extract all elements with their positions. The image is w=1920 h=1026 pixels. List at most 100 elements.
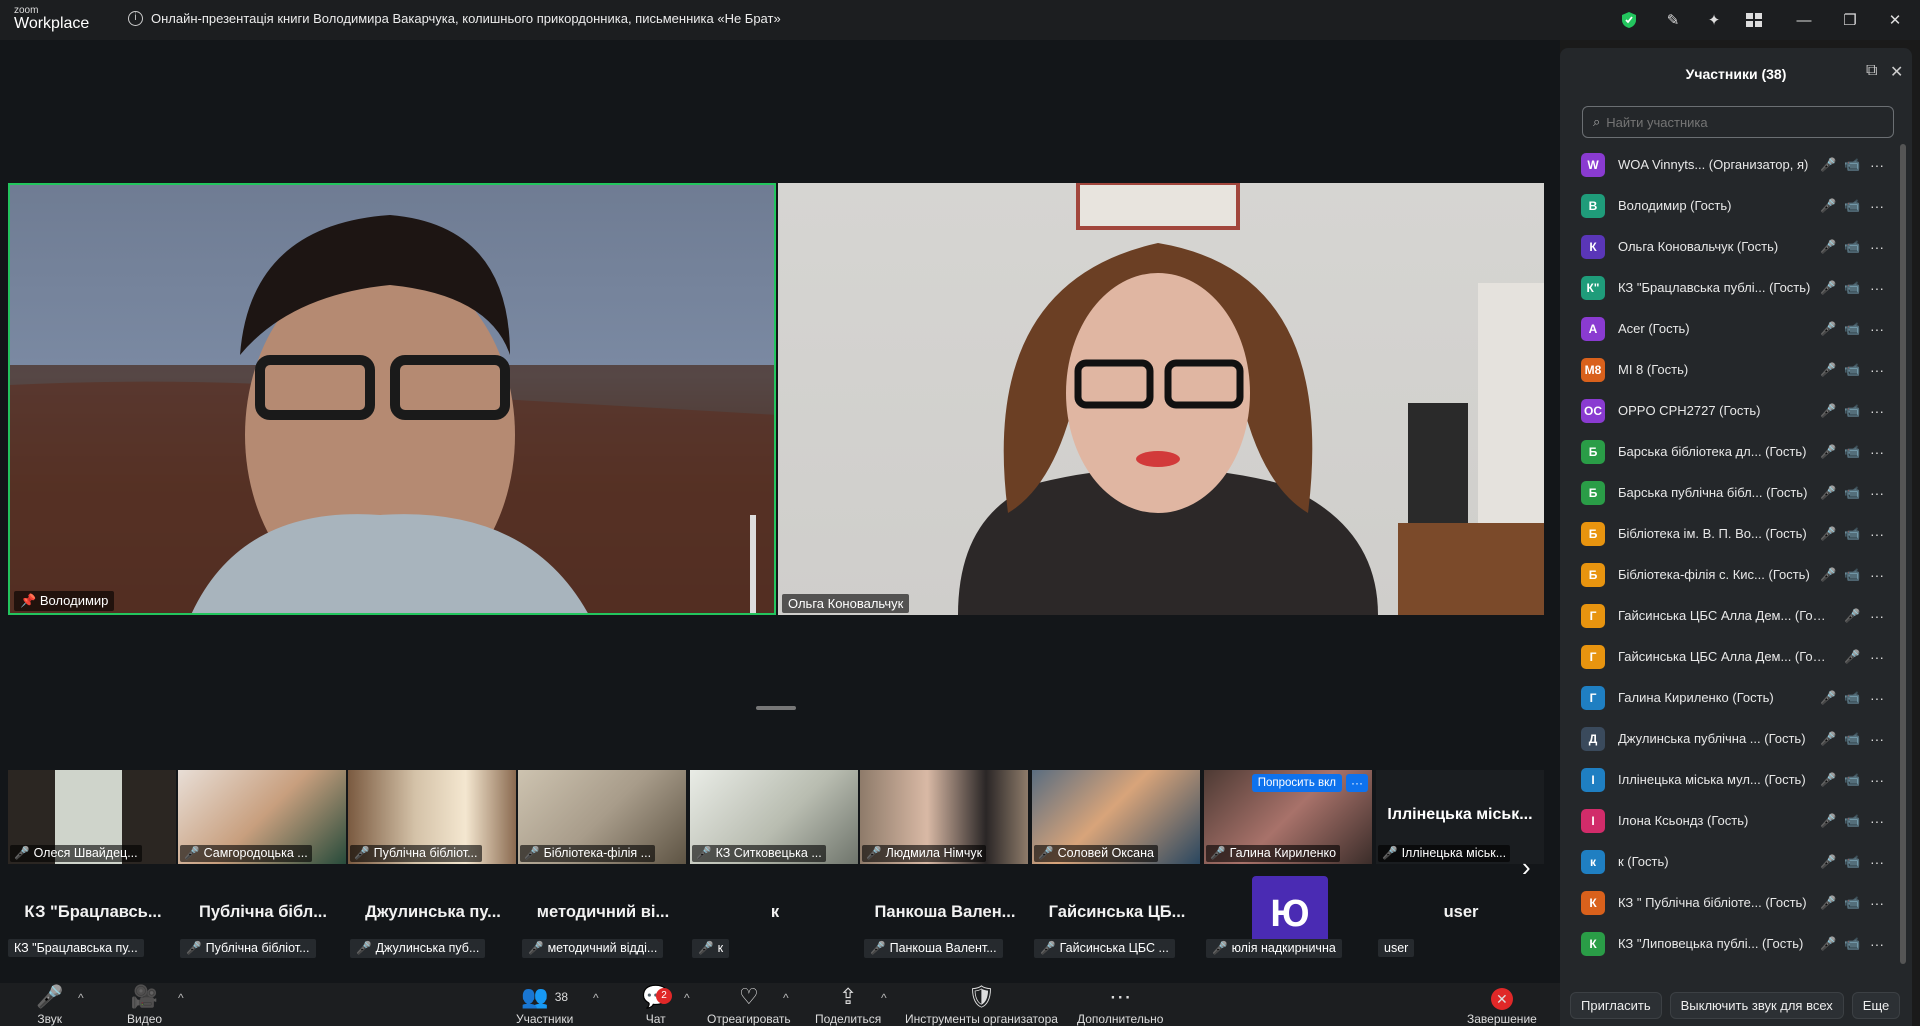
more-options-icon[interactable]: ··· xyxy=(1870,444,1884,460)
minimize-icon[interactable]: — xyxy=(1792,9,1816,31)
participant-search[interactable]: ⌕ xyxy=(1582,106,1894,138)
view-layout-icon[interactable] xyxy=(1742,9,1766,31)
search-input[interactable] xyxy=(1606,114,1877,130)
audio-options-caret-icon[interactable]: ^ xyxy=(78,991,84,1005)
scrollbar[interactable] xyxy=(1900,144,1906,964)
more-options-icon[interactable]: ··· xyxy=(1870,854,1884,870)
video-off-icon[interactable]: 📹 xyxy=(1844,403,1860,419)
mic-off-icon[interactable]: 🎤 xyxy=(1820,362,1836,378)
more-options-icon[interactable]: ··· xyxy=(1870,239,1884,255)
popout-icon[interactable]: ⧉ xyxy=(1866,62,1877,80)
video-off-icon[interactable]: 📹 xyxy=(1844,936,1860,952)
audio-button[interactable]: 🎤 Звук xyxy=(36,985,63,1026)
thumb-tile[interactable]: 🎤 Людмила Німчук xyxy=(860,770,1028,864)
participant-row[interactable]: І Іллінецька міська мул... (Гость) 🎤 📹 ··· xyxy=(1560,759,1912,800)
mic-icon[interactable]: 🎤 xyxy=(1820,239,1836,255)
mic-off-icon[interactable]: 🎤 xyxy=(1820,813,1836,829)
ask-to-start-video-button[interactable]: Попросить вкл xyxy=(1251,774,1342,792)
thumb-tile[interactable]: 🎤 Олеся Швайдец... xyxy=(8,770,176,864)
video-off-icon[interactable]: 📹 xyxy=(1844,362,1860,378)
participant-row[interactable]: Г Гайсинська ЦБС Алла Дем... (Гость) 🎤 ··· xyxy=(1560,595,1912,636)
participant-row[interactable]: І Ілона Ксьондз (Гость) 🎤 📹 ··· xyxy=(1560,800,1912,841)
video-button[interactable]: 🎥 Видео xyxy=(127,985,162,1026)
video-icon[interactable]: 📹 xyxy=(1844,239,1860,255)
panel-more-button[interactable]: Еще xyxy=(1851,991,1901,1019)
video-off-icon[interactable]: 📹 xyxy=(1844,444,1860,460)
mic-off-icon[interactable]: 🎤 xyxy=(1820,321,1836,337)
video-options-caret-icon[interactable]: ^ xyxy=(178,991,184,1005)
more-options-icon[interactable]: ··· xyxy=(1870,157,1884,173)
participant-row[interactable]: Б Бібліотека-філія с. Кис... (Гость) 🎤 📹 ··· xyxy=(1560,554,1912,595)
more-button[interactable]: ⋯ Дополнительно xyxy=(1077,985,1163,1026)
participant-row[interactable]: Б Бібліотека ім. В. П. Во... (Гость) 🎤 📹 ··· xyxy=(1560,513,1912,554)
video-off-icon[interactable]: 📹 xyxy=(1844,731,1860,747)
participants-button[interactable]: 👥 38 Участники xyxy=(516,985,573,1026)
more-options-icon[interactable]: ··· xyxy=(1870,649,1884,665)
mic-off-icon[interactable]: 🎤 xyxy=(1820,444,1836,460)
video-off-icon[interactable]: 📹 xyxy=(1844,157,1860,173)
more-options-icon[interactable]: ··· xyxy=(1870,690,1884,706)
thumb-tile[interactable]: 🎤 Соловей Оксана xyxy=(1032,770,1200,864)
close-panel-icon[interactable]: ✕ xyxy=(1890,62,1903,82)
video-icon[interactable]: 📹 xyxy=(1844,567,1860,583)
participant-row[interactable]: К" КЗ "Брацлавська публі... (Гость) 🎤 📹 ··· xyxy=(1560,267,1912,308)
video-off-icon[interactable]: 📹 xyxy=(1844,813,1860,829)
mic-off-icon[interactable]: 🎤 xyxy=(1844,649,1860,665)
video-off-icon[interactable]: 📹 xyxy=(1844,526,1860,542)
more-options-icon[interactable]: ··· xyxy=(1870,198,1884,214)
shield-icon[interactable] xyxy=(1617,9,1641,31)
react-caret-icon[interactable]: ^ xyxy=(783,991,789,1005)
restore-icon[interactable]: ❐ xyxy=(1838,9,1862,31)
main-video-tile-2[interactable]: Ольга Коновальчук xyxy=(778,183,1544,615)
video-icon[interactable]: 📹 xyxy=(1844,198,1860,214)
participant-row[interactable]: Б Барська публічна бібл... (Гость) 🎤 📹 ··· xyxy=(1560,472,1912,513)
main-video-tile-1[interactable]: 📌 Володимир xyxy=(8,183,776,615)
more-options-icon[interactable]: ··· xyxy=(1870,280,1884,296)
mic-icon[interactable]: 🎤 xyxy=(1820,280,1836,296)
video-off-icon[interactable]: 📹 xyxy=(1844,485,1860,501)
mic-off-icon[interactable]: 🎤 xyxy=(1820,936,1836,952)
video-icon[interactable]: 📹 xyxy=(1844,690,1860,706)
invite-button[interactable]: Пригласить xyxy=(1570,991,1662,1019)
react-button[interactable]: ♡ Отреагировать xyxy=(707,985,791,1026)
more-options-button[interactable]: ··· xyxy=(1346,774,1368,792)
video-off-icon[interactable]: 📹 xyxy=(1844,854,1860,870)
participant-row[interactable]: A Acer (Гость) 🎤 📹 ··· xyxy=(1560,308,1912,349)
end-button[interactable]: ✕ Завершение xyxy=(1467,985,1537,1025)
more-options-icon[interactable]: ··· xyxy=(1870,362,1884,378)
mic-off-icon[interactable]: 🎤 xyxy=(1820,895,1836,911)
participant-row[interactable]: Д Джулинська публічна ... (Гость) 🎤 📹 ··· xyxy=(1560,718,1912,759)
participant-row[interactable]: OC OPPO CPH2727 (Гость) 🎤 📹 ··· xyxy=(1560,390,1912,431)
mic-off-icon[interactable]: 🎤 xyxy=(1820,567,1836,583)
host-tools-button[interactable]: 🛡 Инструменты организатора xyxy=(905,985,1058,1026)
participant-row[interactable]: К КЗ " Публічна бібліоте... (Гость) 🎤 📹 ··· xyxy=(1560,882,1912,923)
thumb-tile[interactable]: Іллінецька міськ... 🎤 Іллінецька міськ... xyxy=(1376,770,1544,864)
share-button[interactable]: ⇪ Поделиться xyxy=(815,985,881,1026)
mic-off-icon[interactable]: 🎤 xyxy=(1844,608,1860,624)
more-options-icon[interactable]: ··· xyxy=(1870,608,1884,624)
participant-row[interactable]: Г Гайсинська ЦБС Алла Дем... (Гость) 🎤 ··· xyxy=(1560,636,1912,677)
more-options-icon[interactable]: ··· xyxy=(1870,813,1884,829)
participant-row[interactable]: К КЗ "Липовецька публі... (Гость) 🎤 📹 ··· xyxy=(1560,923,1912,964)
filmstrip-resize-handle[interactable] xyxy=(756,706,796,710)
participant-row[interactable]: M8 MI 8 (Гость) 🎤 📹 ··· xyxy=(1560,349,1912,390)
more-options-icon[interactable]: ··· xyxy=(1870,731,1884,747)
mic-off-icon[interactable]: 🎤 xyxy=(1820,157,1836,173)
mic-off-icon[interactable]: 🎤 xyxy=(1820,403,1836,419)
participant-row[interactable]: к к (Гость) 🎤 📹 ··· xyxy=(1560,841,1912,882)
video-off-icon[interactable]: 📹 xyxy=(1844,895,1860,911)
annotate-icon[interactable]: ✎ xyxy=(1661,9,1685,31)
info-icon[interactable]: i xyxy=(128,11,143,26)
participant-row[interactable]: В Володимир (Гость) 🎤 📹 ··· xyxy=(1560,185,1912,226)
more-options-icon[interactable]: ··· xyxy=(1870,526,1884,542)
mic-off-icon[interactable]: 🎤 xyxy=(1820,731,1836,747)
participant-row[interactable]: К Ольга Коновальчук (Гость) 🎤 📹 ··· xyxy=(1560,226,1912,267)
mic-off-icon[interactable]: 🎤 xyxy=(1820,526,1836,542)
share-caret-icon[interactable]: ^ xyxy=(881,991,887,1005)
mic-icon[interactable]: 🎤 xyxy=(1820,198,1836,214)
ai-companion-icon[interactable]: ✦ xyxy=(1702,9,1726,31)
mic-off-icon[interactable]: 🎤 xyxy=(1820,854,1836,870)
video-off-icon[interactable]: 📹 xyxy=(1844,280,1860,296)
more-options-icon[interactable]: ··· xyxy=(1870,895,1884,911)
mute-all-button[interactable]: Выключить звук для всех xyxy=(1669,991,1844,1019)
